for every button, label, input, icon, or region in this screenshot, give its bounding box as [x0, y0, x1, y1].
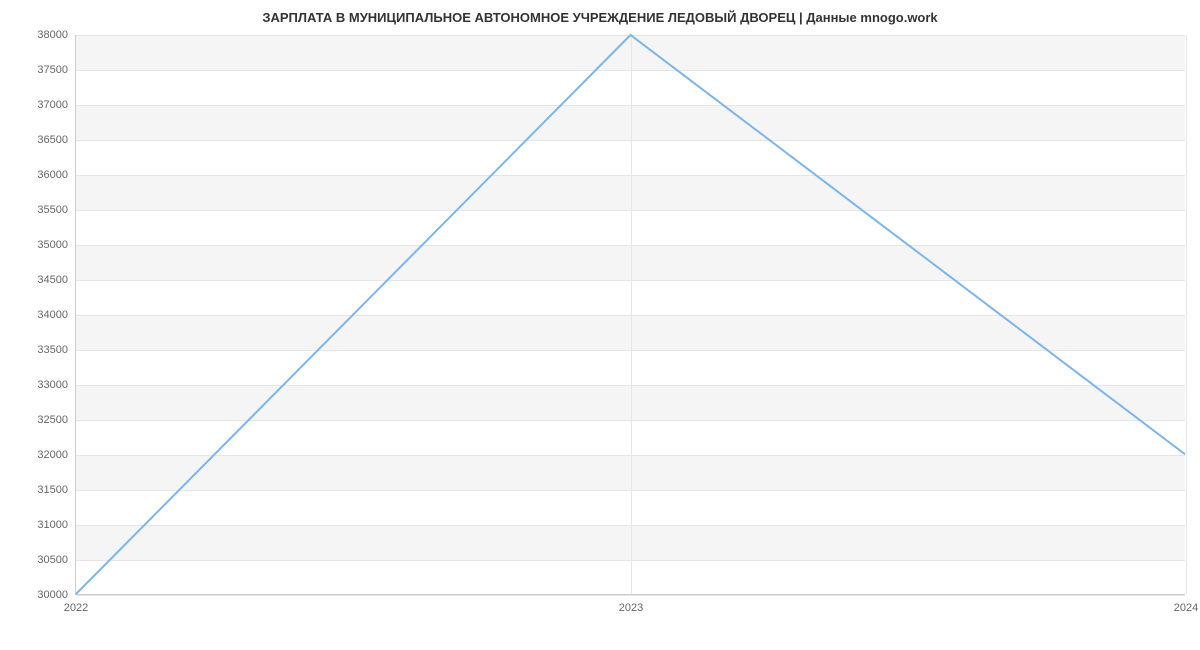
y-tick-label: 36000: [37, 169, 68, 181]
x-tick-label: 2022: [64, 602, 88, 614]
y-tick-label: 37000: [37, 99, 68, 111]
y-tick-label: 33000: [37, 379, 68, 391]
y-tick-label: 36500: [37, 134, 68, 146]
y-tick-label: 35500: [37, 204, 68, 216]
data-line: [76, 35, 1185, 594]
y-tick-label: 34500: [37, 274, 68, 286]
y-tick-label: 32500: [37, 414, 68, 426]
y-tick-label: 30000: [37, 589, 68, 601]
y-tick-label: 30500: [37, 554, 68, 566]
y-tick-label: 35000: [37, 239, 68, 251]
y-tick-label: 34000: [37, 309, 68, 321]
x-tick-label: 2024: [1174, 602, 1198, 614]
chart-title: ЗАРПЛАТА В МУНИЦИПАЛЬНОЕ АВТОНОМНОЕ УЧРЕ…: [0, 10, 1200, 25]
line-series: [76, 35, 1185, 594]
y-tick-label: 38000: [37, 29, 68, 41]
plot-area: 3000030500310003150032000325003300033500…: [75, 35, 1185, 595]
grid-line: [76, 595, 1185, 596]
x-grid-line: [1186, 35, 1187, 594]
x-tick-label: 2023: [619, 602, 643, 614]
y-tick-label: 31500: [37, 484, 68, 496]
y-tick-label: 37500: [37, 64, 68, 76]
y-tick-label: 32000: [37, 449, 68, 461]
y-tick-label: 31000: [37, 519, 68, 531]
y-tick-label: 33500: [37, 344, 68, 356]
